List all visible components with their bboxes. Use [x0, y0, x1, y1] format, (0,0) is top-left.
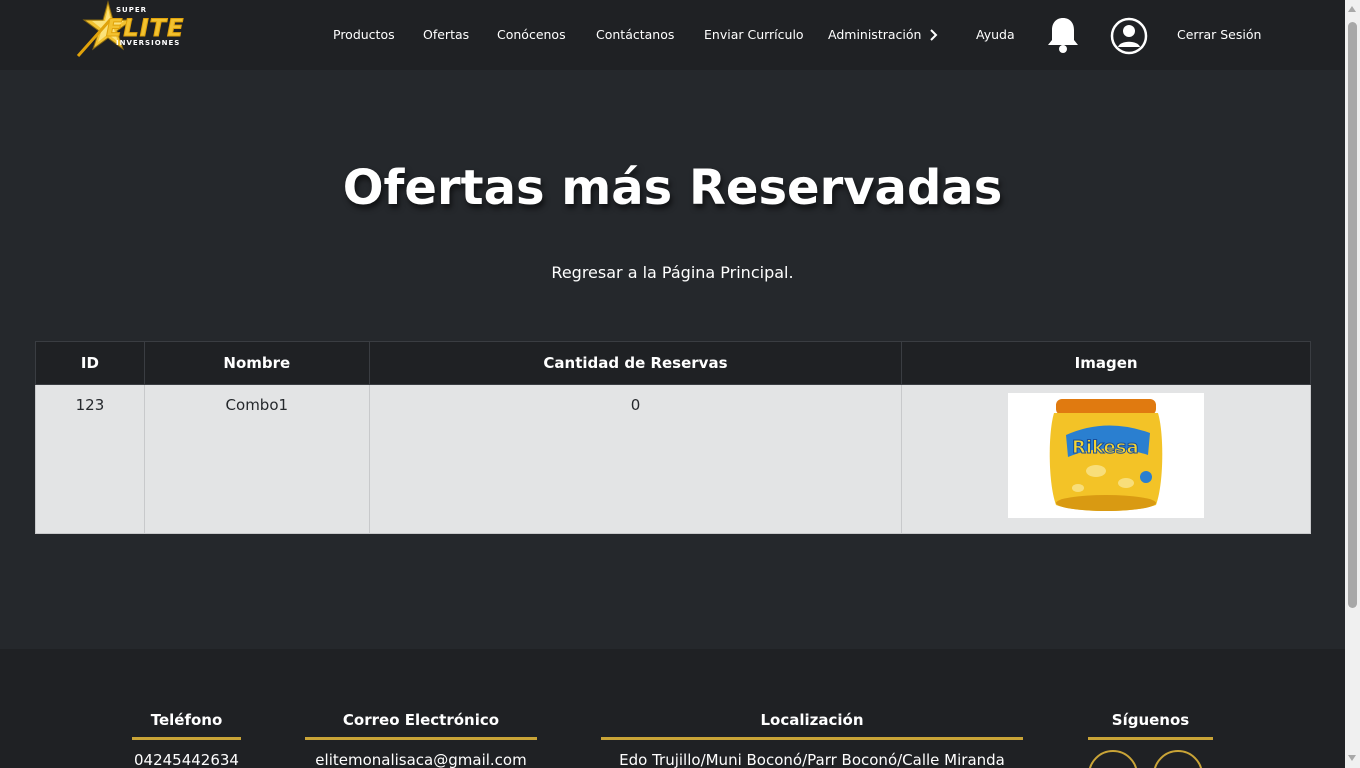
instagram-icon[interactable] [1153, 750, 1203, 768]
footer-email-title: Correo Electrónico [305, 711, 537, 740]
product-image: Rikesa [1008, 393, 1205, 518]
scroll-down-icon[interactable] [1348, 755, 1356, 761]
cell-cantidad: 0 [368, 384, 903, 534]
header-cantidad: Cantidad de Reservas [368, 341, 903, 385]
footer-location-value: Edo Trujillo/Muni Boconó/Parr Boconó/Cal… [619, 751, 1005, 768]
nav-ayuda[interactable]: Ayuda [976, 27, 1015, 42]
table-row: 123 Combo1 0 Rikesa [35, 384, 1311, 534]
product-brand-text: Rikesa [1072, 437, 1139, 458]
nav-enviar-curriculo[interactable]: Enviar Currículo [704, 27, 804, 42]
header-imagen: Imagen [901, 341, 1311, 385]
brand-name: ELITE [105, 14, 185, 43]
scrollbar-thumb[interactable] [1348, 22, 1357, 608]
user-icon[interactable] [1110, 17, 1148, 55]
offers-table: ID Nombre Cantidad de Reservas Imagen 12… [35, 341, 1311, 534]
nav-contactanos[interactable]: Contáctanos [596, 27, 674, 42]
footer-social: Síguenos [1088, 711, 1213, 740]
footer-email: Correo Electrónico elitemonalisaca@gmail… [305, 711, 537, 768]
brand-bottom-text: INVERSIONES [116, 39, 181, 47]
footer-social-title: Síguenos [1088, 711, 1213, 740]
table-header-row: ID Nombre Cantidad de Reservas Imagen [35, 341, 1311, 385]
header-nombre: Nombre [143, 341, 370, 385]
footer-phone-value[interactable]: 04245442634 [132, 751, 241, 768]
page-title: Ofertas más Reservadas [342, 160, 1003, 216]
nav-conocenos[interactable]: Conócenos [497, 27, 566, 42]
cell-nombre: Combo1 [143, 384, 370, 534]
footer-phone-title: Teléfono [132, 711, 241, 740]
cell-id: 123 [35, 384, 145, 534]
brand-top-text: SUPER [116, 6, 148, 14]
cell-imagen: Rikesa [901, 384, 1311, 534]
tiktok-icon[interactable] [1088, 750, 1138, 768]
scrollbar[interactable] [1345, 0, 1360, 768]
brand-logo[interactable]: SUPER ELITE INVERSIONES [72, 0, 204, 60]
scroll-up-icon[interactable] [1348, 6, 1356, 12]
footer-location: Localización Edo Trujillo/Muni Boconó/Pa… [601, 711, 1023, 768]
nav-ofertas[interactable]: Ofertas [423, 27, 469, 42]
nav-cerrar-sesion[interactable]: Cerrar Sesión [1177, 27, 1261, 42]
nav-administracion[interactable]: Administración [828, 27, 921, 42]
chevron-right-icon[interactable] [928, 28, 940, 42]
footer-phone: Teléfono 04245442634 [132, 711, 241, 768]
header-id: ID [35, 341, 145, 385]
footer-location-title: Localización [601, 711, 1023, 740]
header: SUPER ELITE INVERSIONES Productos Oferta… [0, 0, 1345, 70]
nav-productos[interactable]: Productos [333, 27, 395, 42]
bell-icon[interactable] [1046, 16, 1080, 54]
rikesa-jar-image: Rikesa [1008, 393, 1205, 518]
footer: Teléfono 04245442634 Correo Electrónico … [0, 649, 1345, 768]
footer-email-value[interactable]: elitemonalisaca@gmail.com [305, 751, 537, 768]
back-home-link[interactable]: Regresar a la Página Principal. [0, 263, 1345, 282]
